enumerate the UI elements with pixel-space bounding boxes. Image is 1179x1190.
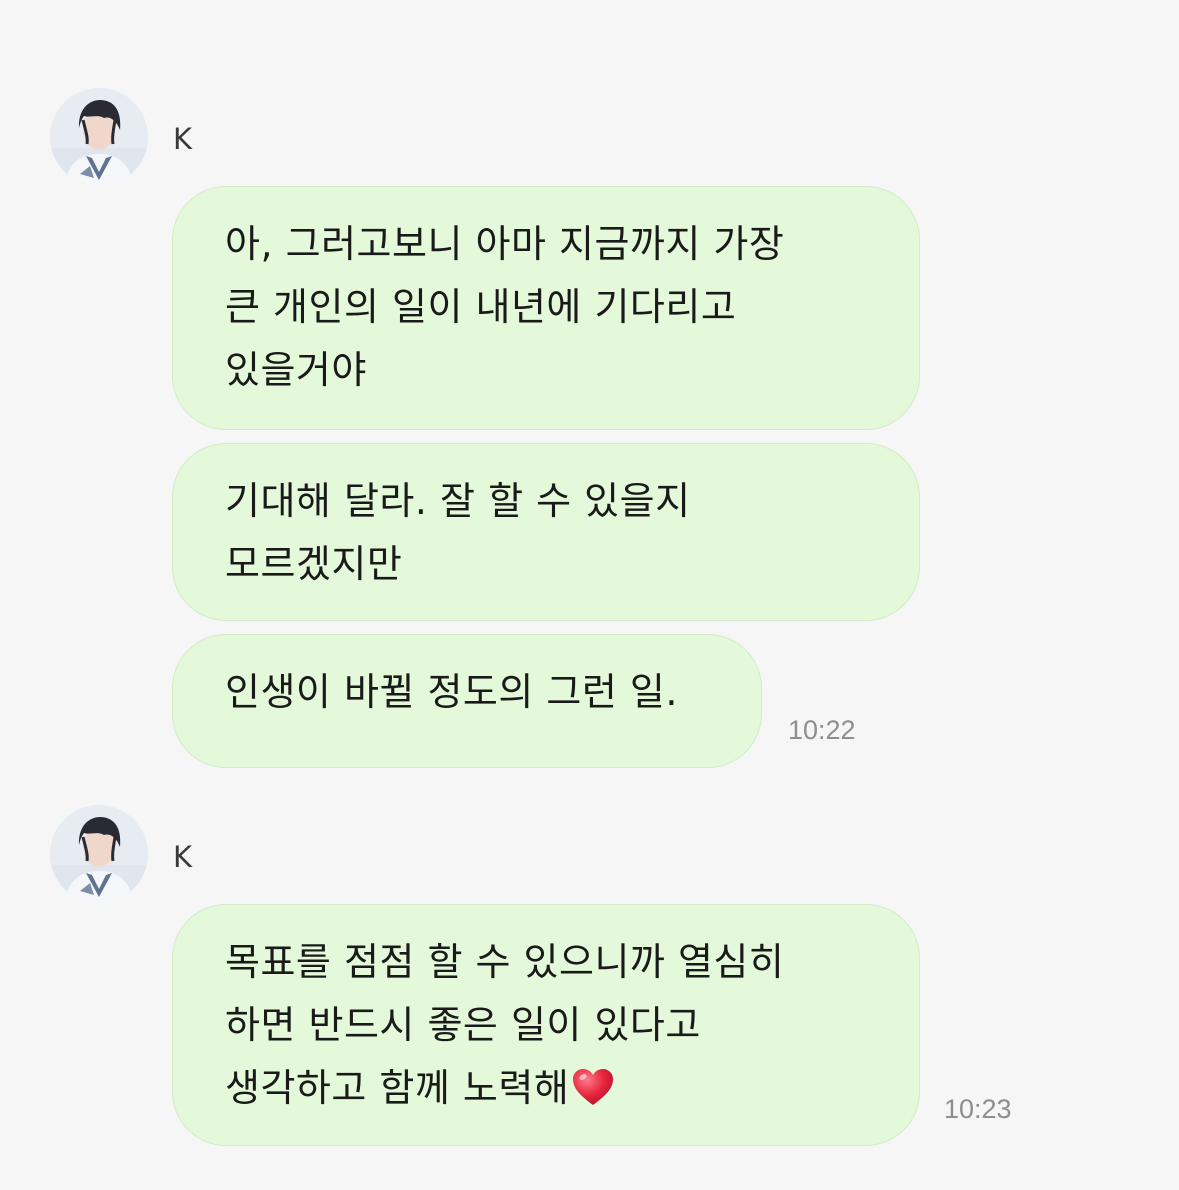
message-bubble[interactable]: 기대해 달라. 잘 할 수 있을지 모르겠지만 <box>172 443 920 621</box>
sender-name: K <box>173 122 193 156</box>
sender-avatar[interactable] <box>50 805 148 903</box>
message-bubble[interactable]: 목표를 점점 할 수 있으니까 열심히 하면 반드시 좋은 일이 있다고 생각하… <box>172 904 920 1146</box>
message-text-line: 큰 개인의 일이 내년에 기다리고 <box>225 285 737 329</box>
message-text-line: 아, 그러고보니 아마 지금까지 가장 <box>225 222 785 266</box>
message-bubble[interactable]: 아, 그러고보니 아마 지금까지 가장 큰 개인의 일이 내년에 기다리고 있을… <box>172 186 920 430</box>
message-text-line: 목표를 점점 할 수 있으니까 열심히 <box>225 940 785 984</box>
message-timestamp: 10:22 <box>788 715 856 745</box>
red-heart-icon <box>571 1063 615 1126</box>
sender-name: K <box>173 840 193 874</box>
message-text-line: 하면 반드시 좋은 일이 있다고 <box>225 1003 701 1047</box>
message-text-line: 있을거야 <box>225 348 367 392</box>
message-text-line: 인생이 바뀔 정도의 그런 일. <box>225 670 678 714</box>
message-text-line: 생각하고 함께 노력해 <box>225 1066 570 1110</box>
message-timestamp: 10:23 <box>944 1094 1012 1124</box>
message-text-line: 모르겠지만 <box>225 542 403 586</box>
sender-avatar[interactable] <box>50 88 148 186</box>
message-text-line: 기대해 달라. 잘 할 수 있을지 <box>225 479 691 523</box>
message-bubble[interactable]: 인생이 바뀔 정도의 그런 일. <box>172 634 762 768</box>
